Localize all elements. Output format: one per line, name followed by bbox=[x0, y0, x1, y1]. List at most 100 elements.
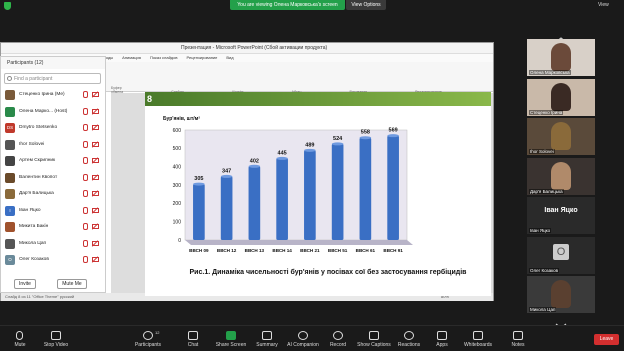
participant-row[interactable]: Артем Скрипник bbox=[4, 154, 101, 168]
ai-companion-button[interactable]: AI Companion bbox=[283, 329, 323, 351]
bar-top bbox=[220, 174, 233, 178]
smile-icon bbox=[404, 331, 414, 340]
x-tick-label: ВВСН 13 bbox=[245, 248, 265, 253]
participant-row[interactable]: Ihor Solovei bbox=[4, 138, 101, 152]
plot-floor bbox=[185, 240, 413, 245]
participant-row[interactable]: I Іван Яцко bbox=[4, 204, 101, 218]
muted-microphone-icon bbox=[83, 223, 88, 230]
record-icon bbox=[333, 331, 343, 340]
ribbon-tab[interactable]: Рецензирование bbox=[187, 54, 218, 62]
video-tile[interactable]: Стеценко Ірина bbox=[527, 78, 595, 116]
bar-top bbox=[387, 134, 399, 138]
participants-header: Participants (12) bbox=[1, 57, 105, 69]
slide: 8 Бур'янів, шт/м² 0 100 200 300 400 500 600 305 В… bbox=[145, 92, 491, 296]
muted-microphone-icon bbox=[83, 239, 88, 247]
muted-microphone-icon bbox=[83, 140, 88, 148]
stop-video-button[interactable]: Stop Video bbox=[36, 329, 76, 351]
record-button[interactable]: Record bbox=[318, 329, 358, 351]
bar-chart: Бур'янів, шт/м² 0 100 200 300 400 500 600 305 ВВС… bbox=[163, 116, 413, 253]
avatar bbox=[5, 238, 15, 249]
invite-button[interactable]: Invite bbox=[14, 279, 36, 289]
participant-name: Валентин Квопот bbox=[19, 174, 58, 180]
avatar bbox=[5, 156, 15, 166]
muted-microphone-icon bbox=[83, 91, 88, 98]
participant-row[interactable]: Олена Марко... (Host) bbox=[4, 105, 101, 119]
avatar bbox=[5, 189, 15, 199]
apps-grid-icon bbox=[437, 331, 447, 340]
notes-button[interactable]: Notes bbox=[498, 329, 538, 351]
video-tile-name: Іван Яцко bbox=[529, 228, 552, 233]
share-screen-button[interactable]: Share Screen bbox=[211, 329, 251, 351]
participant-row[interactable]: DS Dmytro Stetsenko bbox=[4, 121, 101, 135]
x-tick-label: ВВСН 14 bbox=[272, 248, 292, 253]
muted-microphone-icon bbox=[83, 206, 88, 214]
participant-name: Микола Цап bbox=[19, 240, 47, 246]
video-tile-name: Стеценко Ірина bbox=[529, 109, 564, 115]
y-tick-label: 100 bbox=[173, 219, 182, 225]
view-button[interactable]: View bbox=[598, 2, 609, 8]
participant-name: Олег Козаков bbox=[19, 257, 49, 262]
whiteboards-button[interactable]: Whiteboards bbox=[458, 329, 498, 351]
apps-button[interactable]: Apps bbox=[422, 329, 462, 351]
x-tick-label: ВВСН 61 bbox=[356, 248, 376, 253]
mute-button[interactable]: Mute bbox=[0, 329, 40, 351]
bar bbox=[359, 137, 372, 240]
participants-button[interactable]: 12 Participants bbox=[128, 329, 168, 351]
participant-row[interactable]: O Олег Козаков bbox=[4, 253, 101, 267]
chevron-down-icon[interactable] bbox=[555, 316, 567, 329]
y-tick-label: 400 bbox=[173, 164, 182, 170]
y-tick-label: 0 bbox=[178, 238, 181, 244]
video-tile[interactable]: Олена Марковська bbox=[527, 39, 595, 76]
view-options-button[interactable]: View Options bbox=[346, 0, 386, 10]
video-tile[interactable]: O Олег Козаков bbox=[527, 236, 595, 274]
avatar: I bbox=[5, 205, 15, 216]
plot-area bbox=[184, 129, 408, 241]
bar-top bbox=[248, 164, 261, 168]
summary-button[interactable]: Summary bbox=[247, 329, 287, 351]
participant-video bbox=[551, 122, 571, 150]
participant-name: Микита Бакін bbox=[19, 224, 49, 229]
video-tile[interactable]: Ihor Solovei bbox=[527, 118, 595, 155]
participant-row[interactable]: Микита Бакін bbox=[4, 220, 101, 234]
video-tile-name: Ihor Solovei bbox=[529, 149, 555, 154]
data-label: 569 bbox=[389, 128, 398, 134]
avatar: O bbox=[553, 243, 569, 260]
participant-row[interactable]: Валентин Квопот bbox=[4, 171, 101, 185]
avatar: DS bbox=[5, 123, 15, 133]
muted-microphone-icon bbox=[83, 157, 88, 164]
y-axis-label: Бур'янів, шт/м² bbox=[163, 116, 200, 122]
video-tile[interactable]: Микола Цап bbox=[527, 276, 595, 313]
chevron-up-icon[interactable] bbox=[555, 30, 567, 43]
bar bbox=[220, 176, 233, 240]
data-label: 524 bbox=[333, 136, 343, 142]
video-tile[interactable]: Іван Яцко Іван Яцко bbox=[527, 197, 595, 234]
participant-video bbox=[551, 280, 571, 308]
participant-name: Дар'я Балицька bbox=[19, 191, 54, 196]
data-label: 558 bbox=[361, 130, 370, 136]
ribbon-tab[interactable]: Вид bbox=[226, 54, 233, 62]
participant-name: Dmytro Stetsenko bbox=[19, 125, 58, 130]
ribbon-tab[interactable]: Показ слайдов bbox=[150, 54, 178, 62]
avatar bbox=[5, 172, 15, 183]
shield-icon bbox=[4, 2, 11, 10]
whiteboard-icon bbox=[473, 331, 483, 340]
participant-search-input[interactable]: Find a participant bbox=[4, 73, 101, 84]
ribbon-tab[interactable]: Анимация bbox=[122, 54, 141, 62]
show-captions-button[interactable]: Show Captions bbox=[354, 329, 394, 351]
video-tile-name: Олег Козаков bbox=[529, 267, 560, 273]
video-tile[interactable]: Дар'я Балицька bbox=[527, 157, 595, 195]
bar bbox=[248, 166, 261, 240]
chat-button[interactable]: Chat bbox=[173, 329, 213, 351]
ppt-status-text: Слайд 8 из 11 "Office Theme" русский bbox=[5, 294, 75, 299]
participant-row[interactable]: Микола Цап bbox=[4, 237, 101, 251]
leave-button[interactable]: Leave bbox=[594, 334, 619, 345]
participant-row[interactable]: Стеценко Ірина (Me) bbox=[4, 88, 101, 102]
mute-me-button[interactable]: Mute Me bbox=[57, 279, 87, 289]
participant-row[interactable]: Дар'я Балицька bbox=[4, 187, 101, 201]
bar bbox=[387, 135, 399, 240]
x-tick-label: ВВСН 21 bbox=[300, 248, 320, 253]
video-tile-display-name: Іван Яцко bbox=[544, 207, 578, 214]
bar bbox=[193, 184, 205, 240]
top-bar: You are viewing Олена Марковська's scree… bbox=[0, 0, 624, 12]
participant-name: Ihor Solovei bbox=[19, 141, 45, 147]
